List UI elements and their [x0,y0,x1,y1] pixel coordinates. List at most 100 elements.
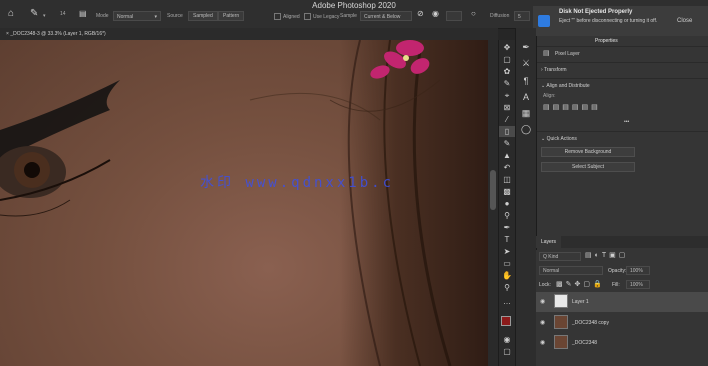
fill-label: Fill: [612,282,620,288]
layer-row[interactable]: ◉ _DOC2348 copy [536,313,708,333]
lock-icons[interactable]: ▩✎✥▢🔒 [556,280,605,288]
swatches-panel-icon[interactable]: ▦ [516,108,536,119]
ignore-adjustment-icon[interactable]: ⊘ [417,9,424,19]
visibility-eye-icon[interactable]: ◉ [540,339,545,346]
divider [537,62,708,63]
blur-tool-icon[interactable]: ● [499,198,515,209]
layer-row[interactable]: ◉ Layer 1 [536,292,708,312]
layer-filter-select[interactable]: Q Kind [539,252,581,261]
aligned-checkbox[interactable]: Aligned [274,13,300,20]
scrollbar-thumb[interactable] [490,170,496,210]
zoom-tool-icon[interactable]: ⚲ [499,282,515,293]
mode-label: Mode [96,13,109,19]
path-select-tool-icon[interactable]: ➤ [499,246,515,257]
tab-layers[interactable]: Layers [536,236,562,248]
quick-mask-icon[interactable]: ◉ [499,334,515,345]
opacity-value: 100% [630,268,643,274]
canvas[interactable]: 水印 www.qdnxx1b.c [0,40,488,366]
transform-section[interactable]: › Transform [541,67,567,73]
foreground-color-swatch[interactable] [501,316,511,326]
healing-brush-icon[interactable]: ✎ [30,9,38,19]
quick-actions-section[interactable]: ⌄ Quick Actions [541,136,577,142]
pressure-icon[interactable]: ○ [471,9,476,19]
divider [537,46,708,47]
hand-tool-icon[interactable]: ✋ [499,270,515,281]
clone-stamp-tool-icon[interactable]: ▲ [499,150,515,161]
learn-panel-icon[interactable]: ◯ [516,124,536,135]
brush-panel-icon[interactable]: ✒ [516,42,536,53]
rectangle-tool-icon[interactable]: ▭ [499,258,515,269]
source-label: Source [167,13,183,19]
crop-tool-icon[interactable]: ⌖ [499,90,515,101]
layer-thumbnail [554,294,568,308]
aligned-label: Aligned [283,13,300,20]
notification-close-button[interactable]: Close [677,18,692,24]
home-icon[interactable]: ⌂ [8,9,14,19]
align-buttons[interactable]: ▤▤▤▤▤▤ [543,103,601,111]
visibility-eye-icon[interactable]: ◉ [540,319,545,326]
sample-value: Current & Below [364,14,401,20]
tab-properties[interactable]: Properties [595,38,618,44]
eyedropper-tool-icon[interactable]: ⁄ [499,114,515,125]
opacity-field[interactable]: 100% [626,266,650,275]
mode-value: Normal [117,14,134,20]
sample-label: Sample [340,13,357,19]
frame-tool-icon[interactable]: ⊠ [499,102,515,113]
divider [537,131,708,132]
quick-select-tool-icon[interactable]: ✎ [499,78,515,89]
align-sub-label: Align: [543,93,556,99]
fill-value: 100% [630,282,643,288]
clone-source-panel-icon[interactable]: ⚔ [516,58,536,69]
fill-field[interactable]: 100% [626,280,650,289]
layers-tab-bar: Layers [536,236,708,248]
sampled-button[interactable]: Sampled [188,11,218,21]
brush-tool-icon[interactable]: ✎ [499,138,515,149]
lasso-tool-icon[interactable]: ✿ [499,66,515,77]
blend-mode-value: Normal [543,268,560,274]
screen-mode-icon[interactable]: ▢ [499,346,515,357]
tool-preset-chevron-icon[interactable]: ▾ [43,13,46,19]
document-tab[interactable]: × _DOC2348-3 @ 33.3% (Layer 1, RGB/16*) [6,31,106,37]
dodge-tool-icon[interactable]: ⚲ [499,210,515,221]
diffusion-value: 5 [518,14,521,20]
type-tool-icon[interactable]: T [499,234,515,245]
lock-label: Lock: [539,282,551,288]
use-legacy-checkbox[interactable]: Use Legacy [304,13,339,20]
artboard-tool-icon[interactable]: ▢ [499,54,515,65]
layer-row[interactable]: ◉ _DOC2348 [536,333,708,353]
healing-brush-tool-icon[interactable]: ▯ [499,126,515,137]
tools-panel: ✥ ▢ ✿ ✎ ⌖ ⊠ ⁄ ▯ ✎ ▲ ↶ ◫ ▩ ● ⚲ ✒ T ➤ ▭ ✋ … [498,40,515,366]
pressure-size-icon[interactable]: ◉ [432,9,439,19]
layer-thumbnail [554,335,568,349]
sample-select[interactable]: Current & Below [360,11,412,21]
angle-field[interactable] [446,11,462,21]
eraser-tool-icon[interactable]: ◫ [499,174,515,185]
mode-select[interactable]: Normal ▾ [113,11,161,21]
document-tab-label: _DOC2348-3 @ 33.3% (Layer 1, RGB/16*) [10,31,106,37]
gradient-tool-icon[interactable]: ▩ [499,186,515,197]
pixel-layer-icon: ▤ [543,50,550,57]
remove-background-button[interactable]: Remove Background [541,147,635,157]
align-section[interactable]: ⌄ Align and Distribute [541,83,590,89]
pattern-button[interactable]: Pattern [218,11,245,21]
disk-notification[interactable]: Disk Not Ejected Properly Eject "" befor… [533,6,708,36]
diffusion-field[interactable]: 5 [514,11,530,21]
blend-mode-select[interactable]: Normal [539,266,603,275]
select-subject-button[interactable]: Select Subject [541,162,635,172]
layer-filter-icons[interactable]: ▤◐T▣▢ [585,251,628,259]
align-label: Align and Distribute [546,83,590,89]
layer-thumbnail [554,315,568,329]
more-options-button[interactable]: ••• [624,119,629,125]
brush-settings-icon[interactable]: ▤ [79,9,87,19]
more-tools-icon[interactable]: … [499,296,515,307]
layer-name: _DOC2348 copy [572,320,609,326]
pen-tool-icon[interactable]: ✒ [499,222,515,233]
history-brush-tool-icon[interactable]: ↶ [499,162,515,173]
paragraph-panel-icon[interactable]: ¶ [516,76,536,86]
character-panel-icon[interactable]: A [516,92,536,102]
photo-detail [0,40,452,366]
disk-icon [538,15,550,27]
visibility-eye-icon[interactable]: ◉ [540,298,545,305]
brush-size[interactable]: 14 [60,11,66,17]
move-tool-icon[interactable]: ✥ [499,42,515,53]
